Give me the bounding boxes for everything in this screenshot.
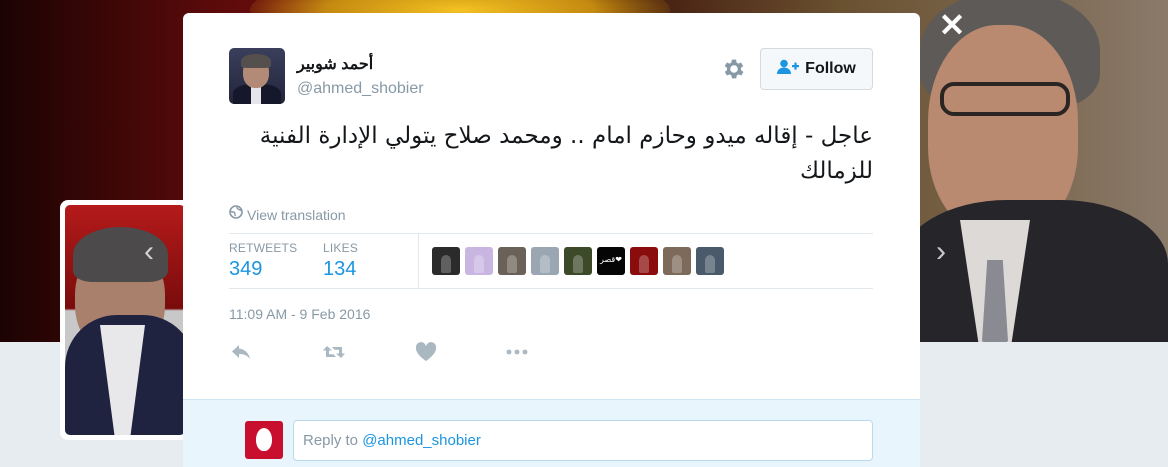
tweet-modal: أحمد شوبير @ahmed_shobier Follow عاجل - … xyxy=(183,13,920,467)
retweets-count: 349 xyxy=(229,258,263,280)
more-icon[interactable] xyxy=(505,341,529,363)
liker-avatar[interactable] xyxy=(498,247,526,275)
tweet-text: عاجل - إقاله ميدو وحازم امام .. ومحمد صل… xyxy=(259,123,873,184)
reply-mention: @ahmed_shobier xyxy=(362,432,481,449)
heart-icon[interactable] xyxy=(414,341,438,363)
follow-button[interactable]: Follow xyxy=(760,48,873,90)
retweet-icon[interactable] xyxy=(322,341,346,363)
reply-prefix: Reply to xyxy=(303,432,363,449)
liker-avatar[interactable] xyxy=(564,247,592,275)
stats-divider xyxy=(418,234,419,289)
reply-input[interactable]: Reply to @ahmed_shobier xyxy=(293,420,873,461)
tweet-actions xyxy=(229,341,873,365)
tweet-timestamp[interactable]: 11:09 AM - 9 Feb 2016 xyxy=(229,306,370,322)
tweet-stats: RETWEETS 349 LIKES 134 قصر❤ xyxy=(229,233,873,289)
retweets-stat[interactable]: RETWEETS 349 xyxy=(229,241,297,281)
header-person-photo xyxy=(900,0,1168,342)
liker-avatar[interactable]: قصر❤ xyxy=(597,247,625,275)
chevron-left-icon[interactable]: ‹ xyxy=(144,237,154,267)
liker-avatar[interactable] xyxy=(696,247,724,275)
reply-icon[interactable] xyxy=(229,341,253,363)
liker-avatars: قصر❤ xyxy=(432,247,724,275)
author-avatar[interactable] xyxy=(229,48,285,104)
likes-stat[interactable]: LIKES 134 xyxy=(323,241,358,281)
author-name[interactable]: أحمد شوبير xyxy=(297,54,373,74)
tweet: أحمد شوبير @ahmed_shobier Follow عاجل - … xyxy=(183,13,920,399)
reply-box: Reply to @ahmed_shobier xyxy=(183,399,920,467)
chevron-right-icon[interactable]: › xyxy=(936,237,946,267)
gear-icon[interactable] xyxy=(721,56,747,82)
view-translation-link[interactable]: View translation xyxy=(229,205,346,224)
liker-avatar[interactable] xyxy=(531,247,559,275)
liker-avatar[interactable] xyxy=(630,247,658,275)
view-translation-label: View translation xyxy=(247,206,346,223)
profile-avatar[interactable] xyxy=(60,200,190,440)
likes-count: 134 xyxy=(323,258,357,280)
liker-avatar[interactable] xyxy=(432,247,460,275)
likes-label: LIKES xyxy=(323,241,359,255)
current-user-avatar xyxy=(245,421,283,459)
retweets-label: RETWEETS xyxy=(229,241,298,255)
close-icon[interactable]: ✕ xyxy=(937,9,967,41)
author-handle[interactable]: @ahmed_shobier xyxy=(297,80,424,98)
liker-avatar-text: قصر❤ xyxy=(600,255,622,264)
add-user-icon xyxy=(777,59,800,80)
liker-avatar[interactable] xyxy=(663,247,691,275)
globe-icon xyxy=(229,205,243,224)
follow-label: Follow xyxy=(805,60,856,77)
liker-avatar[interactable] xyxy=(465,247,493,275)
